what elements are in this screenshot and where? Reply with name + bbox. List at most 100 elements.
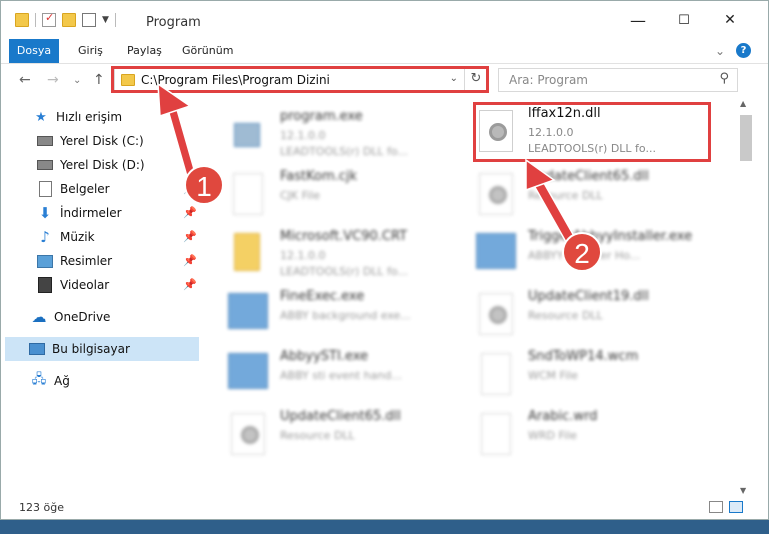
blank-file-icon [233, 173, 263, 215]
pictures-icon [37, 254, 53, 268]
file-item[interactable]: FastKom.cjk CJK File [228, 167, 478, 223]
sidebar-item-this-pc[interactable]: Bu bilgisayar [5, 337, 199, 361]
file-detail: ABBY background exe... [280, 309, 411, 322]
status-bar: 123 öğe [1, 497, 768, 519]
file-name: program.exe [280, 109, 363, 124]
drive-icon [37, 158, 53, 172]
file-item[interactable]: UpdateClient19.dll Resource DLL [476, 287, 726, 343]
file-item[interactable]: Microsoft.VC90.CRT 12.1.0.0 LEADTOOLS(r)… [228, 227, 478, 283]
details-view-icon[interactable] [709, 501, 723, 513]
tab-share[interactable]: Paylaş [127, 39, 162, 63]
search-icon[interactable]: ⚲ [719, 71, 729, 86]
properties-icon[interactable]: ✓ [42, 11, 56, 27]
close-button[interactable]: ✕ [707, 1, 753, 39]
file-detail: Resource DLL [280, 429, 355, 442]
item-count: 123 öğe [19, 501, 64, 514]
sidebar-item-label: Ağ [54, 374, 70, 388]
file-detail: Resource DLL [528, 189, 603, 202]
app-icon [228, 293, 268, 329]
file-item[interactable]: UpdateClient65.dll Resource DLL [228, 407, 478, 463]
file-name: FastKom.cjk [280, 169, 358, 184]
new-folder-icon[interactable] [62, 13, 76, 27]
quick-access-toolbar: ✓ ▼ [15, 11, 116, 27]
dll-gear-icon [479, 293, 513, 335]
recent-locations-button[interactable]: ⌄ [73, 75, 81, 86]
sidebar-item-videos[interactable]: Videolar 📌 [37, 273, 199, 297]
scroll-up-icon[interactable]: ▲ [740, 99, 746, 108]
desktop-background [0, 520, 769, 534]
file-name: UpdateClient19.dll [528, 289, 649, 304]
back-button[interactable]: ← [19, 72, 31, 88]
tab-view[interactable]: Görünüm [182, 39, 233, 63]
tab-home[interactable]: Giriş [78, 39, 103, 63]
pin-icon[interactable]: 📌 [183, 230, 197, 243]
sidebar-item-documents[interactable]: Belgeler 📌 [37, 177, 199, 201]
title-bar: ✓ ▼ Program — ☐ ✕ [1, 1, 768, 39]
scroll-down-icon[interactable]: ▼ [740, 486, 746, 495]
separator [35, 13, 36, 27]
file-description: LEADTOOLS(r) DLL fo... [280, 265, 408, 278]
search-box[interactable]: Ara: Program ⚲ [498, 68, 738, 92]
sidebar-item-network[interactable]: 🖧 Ağ [31, 369, 199, 393]
tab-file[interactable]: Dosya [9, 39, 59, 63]
vertical-scrollbar[interactable]: ▲ ▼ [737, 97, 755, 497]
star-icon: ★ [35, 109, 47, 125]
separator [114, 13, 116, 27]
dll-gear-icon [231, 413, 265, 455]
sidebar-item-label: Videolar [60, 278, 110, 292]
pin-icon[interactable]: 📌 [183, 278, 197, 291]
file-name: UpdateClient65.dll [528, 169, 649, 184]
sidebar-item-music[interactable]: ♪ Müzik 📌 [37, 225, 199, 249]
file-item[interactable]: Arabic.wrd WRD File [476, 407, 726, 463]
folder-icon [234, 233, 260, 271]
up-button[interactable]: ↑ [93, 72, 105, 88]
pin-icon[interactable]: 📌 [183, 206, 197, 219]
blank-file-icon [481, 353, 511, 395]
sidebar-item-label: OneDrive [54, 310, 111, 324]
sidebar-item-disk-c[interactable]: Yerel Disk (C:) [37, 129, 199, 153]
exe-icon [228, 113, 268, 157]
network-icon: 🖧 [31, 372, 47, 387]
sidebar-item-label: İndirmeler [60, 206, 122, 220]
sidebar-item-pictures[interactable]: Resimler 📌 [37, 249, 199, 273]
file-item[interactable]: SndToWP14.wcm WCM File [476, 347, 726, 403]
file-item[interactable]: program.exe 12.1.0.0 LEADTOOLS(r) DLL fo… [228, 107, 478, 163]
sidebar-item-label: Bu bilgisayar [52, 342, 130, 356]
forward-button[interactable]: → [47, 72, 59, 88]
file-name: SndToWP14.wcm [528, 349, 639, 364]
scrollbar-thumb[interactable] [740, 115, 752, 161]
help-icon[interactable]: ? [736, 43, 751, 58]
window-title: Program [146, 15, 201, 30]
dll-gear-icon [479, 173, 513, 215]
sidebar-item-downloads[interactable]: ⬇ İndirmeler 📌 [37, 201, 199, 225]
minimize-button[interactable]: — [615, 1, 661, 39]
file-item[interactable]: UpdateClient65.dll Resource DLL [476, 167, 726, 223]
large-icons-view-icon[interactable] [729, 501, 743, 513]
blank-file-icon [481, 413, 511, 455]
file-item[interactable]: AbbyySTI.exe ABBY sti event hand... [228, 347, 478, 403]
sidebar-item-onedrive[interactable]: ☁ OneDrive [31, 305, 199, 329]
customize-toolbar-icon[interactable]: ▼ [102, 15, 109, 25]
ribbon: Dosya Giriş Paylaş Görünüm ⌄ ? [1, 39, 768, 64]
file-name: AbbyySTI.exe [280, 349, 369, 364]
navigation-pane: ★ Hızlı erişim Yerel Disk (C:) Yerel Dis… [1, 101, 201, 496]
maximize-button[interactable]: ☐ [661, 1, 707, 39]
pin-icon[interactable]: 📌 [183, 254, 197, 267]
file-item[interactable]: FineExec.exe ABBY background exe... [228, 287, 478, 343]
file-name: FineExec.exe [280, 289, 365, 304]
computer-icon [29, 342, 45, 356]
file-detail: WRD File [528, 429, 577, 442]
file-name: TriggerAbbyyInstaller.exe [528, 229, 693, 244]
expand-ribbon-icon[interactable]: ⌄ [715, 39, 725, 63]
sidebar-item-label: Resimler [60, 254, 113, 268]
view-icon[interactable] [82, 13, 96, 27]
file-detail: Resource DLL [528, 309, 603, 322]
sidebar-item-label: Hızlı erişim [56, 110, 123, 124]
step-2-badge: 2 [562, 232, 602, 272]
sidebar-item-quick-access[interactable]: ★ Hızlı erişim [33, 105, 199, 129]
documents-icon [37, 181, 53, 197]
search-input[interactable]: Ara: Program [509, 73, 588, 87]
sidebar-item-disk-d[interactable]: Yerel Disk (D:) [37, 153, 199, 177]
file-highlight-box [473, 102, 711, 162]
music-icon: ♪ [40, 228, 50, 246]
